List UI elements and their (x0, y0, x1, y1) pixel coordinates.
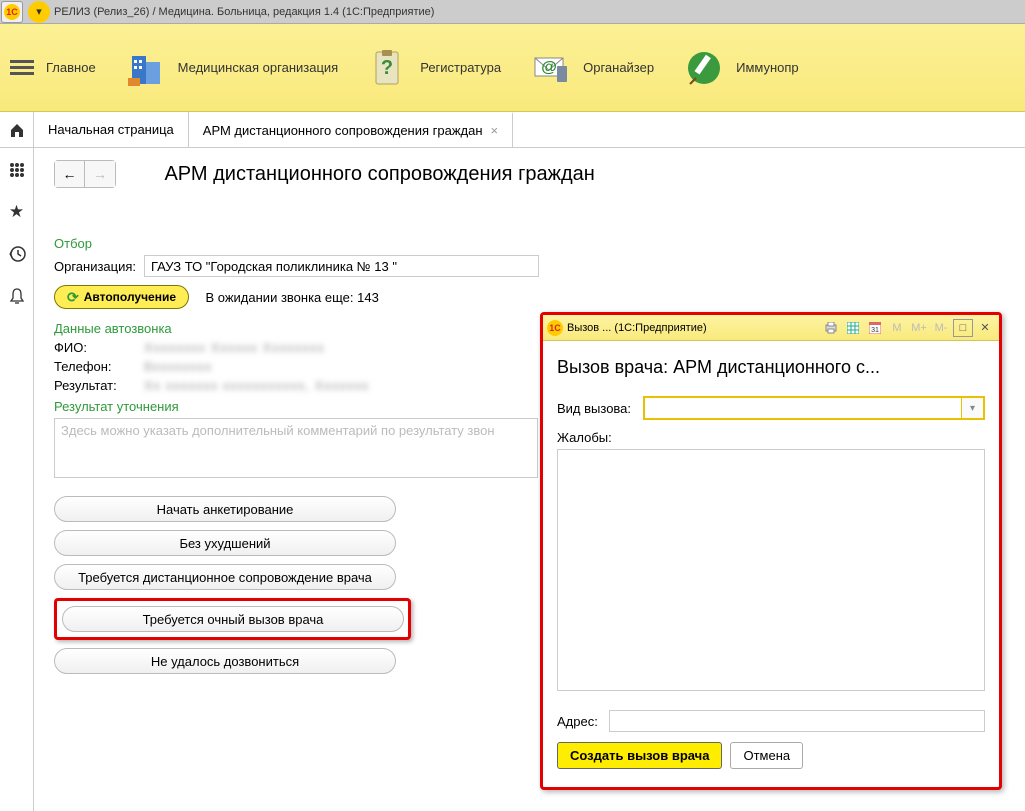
autopoll-button[interactable]: ⟳ Автополучение (54, 285, 189, 309)
no-connection-button[interactable]: Не удалось дозвониться (54, 648, 396, 674)
tab-home[interactable]: Начальная страница (34, 112, 189, 147)
logo-1c-icon: 1C (1, 1, 23, 23)
mail-at-icon: @ (529, 46, 573, 90)
menu-organizer[interactable]: @ Органайзер (529, 46, 654, 90)
svg-text:@: @ (541, 59, 557, 76)
menu-immuno[interactable]: Иммунопр (682, 46, 799, 90)
left-sidebar: ★ (0, 148, 34, 811)
fio-value: Xxxxxxxx Xxxxxx Xxxxxxxx (144, 340, 325, 355)
m-button[interactable]: M (887, 319, 907, 337)
tabbar: Начальная страница АРМ дистанционного со… (0, 112, 1025, 148)
fio-label: ФИО: (54, 340, 144, 355)
star-icon[interactable]: ★ (7, 202, 27, 222)
popup-window-title: Вызов ... (1С:Предприятие) (567, 322, 819, 334)
complaints-label: Жалобы: (557, 430, 985, 445)
result-label: Результат: (54, 378, 144, 393)
menu-medorg[interactable]: Медицинская организация (124, 46, 339, 90)
main-menubar: Главное Медицинская организация ? Регист… (0, 24, 1025, 112)
clarify-input[interactable]: Здесь можно указать дополнительный комме… (54, 418, 538, 478)
popup-heading: Вызов врача: АРМ дистанционного с... (557, 357, 985, 378)
no-worsening-button[interactable]: Без ухудшений (54, 530, 396, 556)
title-dropdown-icon[interactable]: ▾ (28, 1, 50, 23)
bell-icon[interactable] (7, 286, 27, 306)
page-title: АРМ дистанционного сопровождения граждан (164, 163, 594, 186)
tab-label: Начальная страница (48, 122, 174, 137)
popup-body: Вызов врача: АРМ дистанционного с... Вид… (543, 341, 999, 779)
history-icon[interactable] (7, 244, 27, 264)
menu-label: Иммунопр (736, 60, 799, 75)
complaints-textarea[interactable] (557, 449, 985, 691)
m-plus-button[interactable]: M+ (909, 319, 929, 337)
svg-text:31: 31 (871, 327, 879, 334)
menu-label: Органайзер (583, 60, 654, 75)
home-icon[interactable] (0, 112, 34, 147)
app-titlebar: 1C ▾ РЕЛИЗ (Релиз_26) / Медицина. Больни… (0, 0, 1025, 24)
nav-buttons: ← → (54, 160, 116, 188)
hamburger-icon[interactable] (10, 57, 34, 78)
apps-icon[interactable] (7, 160, 27, 180)
start-survey-button[interactable]: Начать анкетирование (54, 496, 396, 522)
menu-main[interactable]: Главное (46, 60, 96, 75)
building-icon (124, 46, 168, 90)
tab-label: АРМ дистанционного сопровождения граждан (203, 123, 483, 138)
call-doctor-popup: 1C Вызов ... (1С:Предприятие) 31 M M+ M-… (540, 312, 1002, 790)
call-type-label: Вид вызова: (557, 401, 643, 416)
menu-label: Главное (46, 60, 96, 75)
highlighted-button-frame: Требуется очный вызов врача (54, 598, 411, 640)
create-call-button[interactable]: Создать вызов врача (557, 742, 722, 769)
address-row: Адрес: (557, 710, 985, 732)
visit-doctor-button[interactable]: Требуется очный вызов врача (62, 606, 404, 632)
back-button[interactable]: ← (55, 161, 85, 187)
grid-icon[interactable] (843, 319, 863, 337)
popup-titlebar: 1C Вызов ... (1С:Предприятие) 31 M M+ M-… (543, 315, 999, 341)
close-icon[interactable]: × (491, 123, 499, 138)
menu-label: Медицинская организация (178, 60, 339, 75)
remote-doctor-button[interactable]: Требуется дистанционное сопровождение вр… (54, 564, 396, 590)
clipboard-question-icon: ? (366, 46, 410, 90)
menu-label: Регистратура (420, 60, 501, 75)
org-label: Организация: (54, 259, 144, 274)
result-value: Xx xxxxxxx xxxxxxxxxxx, Xxxxxxx (144, 378, 369, 393)
address-input[interactable] (609, 710, 985, 732)
chevron-down-icon[interactable]: ▾ (961, 398, 983, 418)
app-title-text: РЕЛИЗ (Релиз_26) / Медицина. Больница, р… (54, 6, 434, 18)
address-label: Адрес: (557, 714, 609, 729)
call-type-row: Вид вызова: ▾ (557, 396, 985, 420)
menu-registry[interactable]: ? Регистратура (366, 46, 501, 90)
phone-value: 8xxxxxxxx (144, 359, 212, 374)
print-icon[interactable] (821, 319, 841, 337)
forward-button[interactable]: → (85, 161, 115, 187)
logo-1c-icon: 1C (547, 320, 563, 336)
filter-heading: Отбор (54, 236, 1025, 251)
tab-arm[interactable]: АРМ дистанционного сопровождения граждан… (189, 112, 513, 147)
m-minus-button[interactable]: M- (931, 319, 951, 337)
popup-footer: Создать вызов врача Отмена (557, 742, 985, 769)
maximize-icon[interactable]: □ (953, 319, 973, 337)
cancel-button[interactable]: Отмена (730, 742, 803, 769)
org-input[interactable] (144, 255, 539, 277)
call-type-select[interactable]: ▾ (643, 396, 985, 420)
close-icon[interactable]: ✕ (975, 319, 995, 337)
autopoll-label: Автополучение (84, 290, 176, 304)
svg-text:?: ? (381, 57, 393, 79)
refresh-icon: ⟳ (67, 289, 79, 306)
waiting-text: В ожидании звонка еще: 143 (205, 290, 378, 305)
org-row: Организация: (54, 255, 1025, 277)
phone-label: Телефон: (54, 359, 144, 374)
syringe-icon (682, 46, 726, 90)
calendar-icon[interactable]: 31 (865, 319, 885, 337)
